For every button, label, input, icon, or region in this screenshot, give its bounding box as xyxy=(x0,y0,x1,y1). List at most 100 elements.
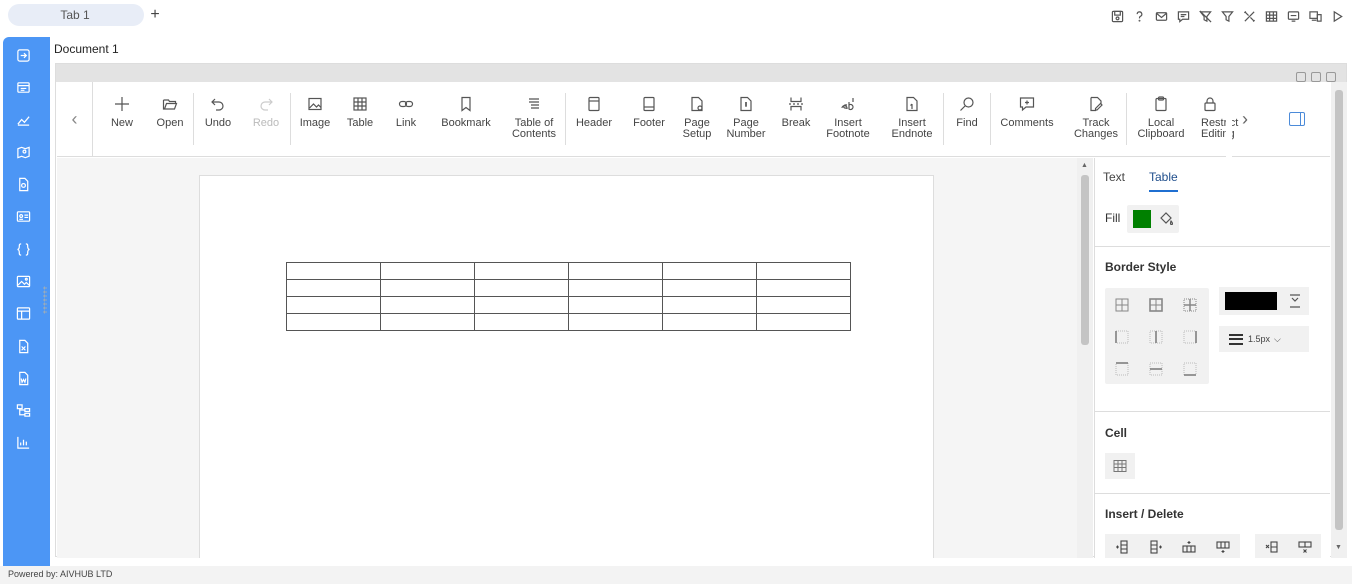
redo-button[interactable]: Redo xyxy=(252,94,280,129)
border-color-dropdown-icon[interactable] xyxy=(1289,294,1301,308)
link-button[interactable]: Link xyxy=(394,94,418,129)
editor-mini-icons xyxy=(1296,72,1336,82)
document-scrollbar[interactable]: ▲ xyxy=(1077,158,1093,558)
save-icon[interactable] xyxy=(1311,72,1321,82)
tab-1[interactable]: Tab 1 xyxy=(8,4,144,26)
folder-open-icon xyxy=(162,99,178,110)
new-button[interactable]: New xyxy=(107,94,137,129)
break-button[interactable]: Break xyxy=(781,94,811,129)
search-icon xyxy=(960,97,974,111)
border-color-picker[interactable] xyxy=(1219,287,1309,315)
add-tab-button[interactable]: + xyxy=(148,6,162,24)
footer-bar xyxy=(0,566,1352,584)
all-borders-icon[interactable] xyxy=(1115,298,1129,312)
document-scrollbar-thumb[interactable] xyxy=(1081,175,1089,345)
upload-icon[interactable] xyxy=(1296,72,1306,82)
table-icon xyxy=(353,97,367,111)
page-setup-button[interactable]: Page Setup xyxy=(682,94,712,140)
insert-row-above-icon[interactable] xyxy=(1181,539,1197,555)
layout-icon[interactable] xyxy=(14,304,32,322)
vertical-inner-border-icon[interactable] xyxy=(1149,330,1163,344)
redo-icon xyxy=(260,98,273,111)
filter-clear-icon[interactable] xyxy=(1197,8,1214,24)
insert-column-right-icon[interactable] xyxy=(1148,539,1164,555)
break-icon xyxy=(789,97,803,111)
bookmark-button[interactable]: Bookmark xyxy=(440,94,492,129)
insert-row-below-icon[interactable] xyxy=(1215,539,1231,555)
chevron-down-icon: ⌵ xyxy=(1274,333,1281,344)
delete-row-icon[interactable] xyxy=(1297,539,1313,555)
screen-icon[interactable] xyxy=(1285,8,1302,24)
insert-column-left-icon[interactable] xyxy=(1114,539,1130,555)
document-editor: ‹ New Open Undo Redo Image Table Link Bo… xyxy=(55,63,1347,558)
line-width-icon xyxy=(1229,333,1243,345)
properties-pane-scrollbar-thumb[interactable] xyxy=(1335,90,1343,530)
right-border-icon[interactable] xyxy=(1183,330,1197,344)
mail-icon[interactable] xyxy=(1153,8,1170,24)
image-button[interactable]: Image xyxy=(299,94,331,129)
tab-label: Tab 1 xyxy=(60,8,90,22)
table-button[interactable]: Table xyxy=(346,94,374,129)
fill-color-picker[interactable] xyxy=(1127,205,1179,233)
paint-bucket-icon[interactable] xyxy=(1159,211,1174,226)
outside-borders-icon[interactable] xyxy=(1149,298,1163,312)
hierarchy-icon[interactable] xyxy=(14,401,32,419)
find-button[interactable]: Find xyxy=(953,94,981,129)
table-view-icon[interactable] xyxy=(1263,8,1280,24)
comments-button[interactable]: Comments xyxy=(999,94,1055,129)
toolbar-scroll-right[interactable]: › xyxy=(1229,82,1261,157)
left-border-icon[interactable] xyxy=(1115,330,1129,344)
horizontal-inner-border-icon[interactable] xyxy=(1149,362,1163,376)
top-border-icon[interactable] xyxy=(1115,362,1129,376)
bottom-border-icon[interactable] xyxy=(1183,362,1197,376)
tab-text[interactable]: Text xyxy=(1103,170,1125,184)
document-page[interactable] xyxy=(199,175,934,558)
track-changes-button[interactable]: Track Changes xyxy=(1074,94,1118,140)
border-color-swatch[interactable] xyxy=(1225,292,1277,310)
filter-icon[interactable] xyxy=(1219,8,1236,24)
sign-in-icon[interactable] xyxy=(14,46,32,64)
bookmark-icon xyxy=(461,96,471,112)
sidebar-resize-handle[interactable] xyxy=(43,286,47,314)
document-icon[interactable] xyxy=(14,175,32,193)
cell-properties-button[interactable] xyxy=(1105,453,1135,479)
table-of-contents-icon xyxy=(529,98,539,109)
ribbon-toolbar: ‹ New Open Undo Redo Image Table Link Bo… xyxy=(57,82,1330,157)
border-width-dropdown[interactable]: 1.5px ⌵ xyxy=(1219,326,1309,352)
excel-icon[interactable] xyxy=(14,337,32,355)
document-table[interactable] xyxy=(286,262,851,331)
download-icon[interactable] xyxy=(1326,72,1336,82)
list-icon[interactable] xyxy=(14,78,32,96)
tools-icon[interactable] xyxy=(1241,8,1258,24)
properties-pane-scrollbar[interactable]: ▼ xyxy=(1331,82,1347,558)
fill-color-swatch[interactable] xyxy=(1133,210,1151,228)
properties-pane-toggle-icon[interactable] xyxy=(1289,112,1305,126)
map-icon[interactable] xyxy=(14,143,32,161)
code-braces-icon[interactable] xyxy=(14,240,32,258)
play-icon[interactable] xyxy=(1329,8,1346,24)
delete-column-icon[interactable] xyxy=(1264,539,1280,555)
bar-chart-icon[interactable] xyxy=(14,433,32,451)
insert-delete-heading: Insert / Delete xyxy=(1105,507,1184,521)
image-icon[interactable] xyxy=(14,272,32,290)
open-button[interactable]: Open xyxy=(154,94,186,129)
header-button[interactable]: Header xyxy=(575,94,613,129)
comment-icon[interactable] xyxy=(1175,8,1192,24)
inside-borders-icon[interactable] xyxy=(1183,298,1197,312)
table-of-contents-button[interactable]: Table of Contents xyxy=(511,94,557,140)
undo-button[interactable]: Undo xyxy=(203,94,233,129)
save-icon[interactable] xyxy=(1109,8,1126,24)
devices-icon[interactable] xyxy=(1307,8,1324,24)
local-clipboard-button[interactable]: Local Clipboard xyxy=(1135,94,1187,140)
page-number-button[interactable]: Page Number xyxy=(726,94,766,140)
insert-endnote-button[interactable]: Insert Endnote xyxy=(891,94,933,140)
toolbar-scroll-left[interactable]: ‹ xyxy=(57,82,93,157)
word-icon[interactable] xyxy=(14,369,32,387)
help-icon[interactable] xyxy=(1131,8,1148,24)
id-card-icon[interactable] xyxy=(14,207,32,225)
footer-button[interactable]: Footer xyxy=(631,94,667,129)
insert-footnote-button[interactable]: Insert Footnote xyxy=(826,94,870,140)
tab-table[interactable]: Table xyxy=(1149,170,1178,192)
page-number-icon xyxy=(740,96,752,112)
chart-line-icon[interactable] xyxy=(14,110,32,128)
